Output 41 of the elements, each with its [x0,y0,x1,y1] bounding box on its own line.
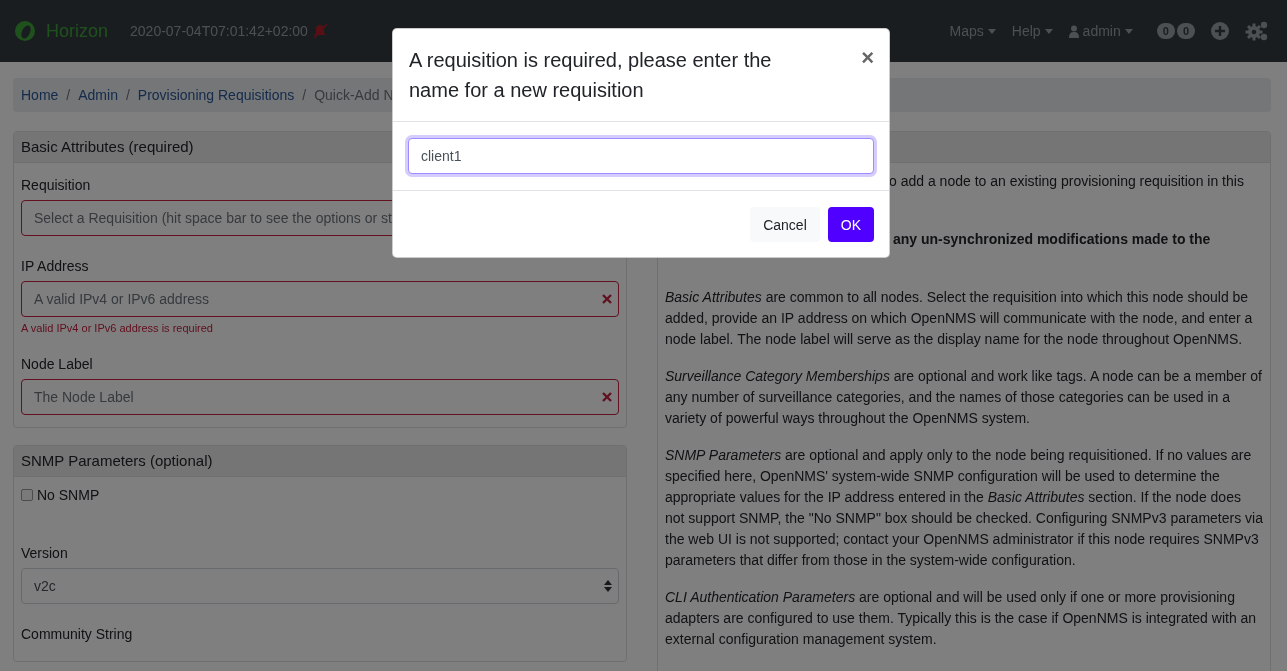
breadcrumb-separator: / [66,87,71,103]
clear-icon[interactable] [602,294,612,304]
breadcrumb-link[interactable]: Provisioning Requisitions [137,87,295,103]
breadcrumb-current: Quick-Add N [314,87,394,103]
help-paragraph: Basic Attributes are common to all nodes. Select the requisition into which this node should be added, provide an IP address on which OpenNMS will communicate with the node, and enter a node label. The node label will serve as the display name for the node throughout OpenNMS. [665,288,1254,349]
field-label: Community String [21,626,134,642]
cancel-button[interactable]: Cancel [750,207,820,242]
text-field[interactable]: A valid IPv4 or IPv6 address [21,281,619,317]
help-text: any un-synchronized modifications made to the [892,230,1212,249]
breadcrumb-separator: / [302,87,307,103]
close-button[interactable]: × [861,47,874,69]
checkbox[interactable] [21,489,33,501]
settings-icon[interactable] [1245,20,1269,42]
ok-button[interactable]: OK [827,207,874,242]
caret-icon [1124,28,1133,34]
field-label: Node Label [21,356,94,372]
field-label: IP Address [21,258,90,274]
add-icon[interactable] [1211,22,1229,40]
sort-icon [604,580,612,592]
breadcrumb-separator: / [125,87,130,103]
checkbox-label: No SNMP [37,487,100,503]
error-message: A valid IPv4 or IPv6 address is required [21,322,214,334]
user-icon [1068,24,1079,38]
logo-icon [14,20,36,42]
field-label: Version [21,545,69,561]
requisition-name-input[interactable]: client1 [408,138,874,174]
caret-icon [1044,28,1053,34]
text-field[interactable]: The Node Label [21,379,619,415]
muted-bell-icon[interactable] [311,23,328,39]
help-paragraph: Surveillance Category Memberships are optional and work like tags. A node can be a member of any number of surveillance categories, and the names of those categories can be used in a variety of powerful ways throughout the OpenNMS system. [665,367,1263,428]
modal-title: A requisition is required, please enter the name for a new requisition [409,48,773,103]
clear-icon[interactable] [602,392,612,402]
help-paragraph: SNMP Parameters are optional and apply only to the node being requisitioned. If no values are specified here, OpenNMS' system-wide SNMP configuration will be used to determine the appropriate values for the IP address entered in the Basic Attributes section. If the node does not support SNMP, the "No SNMP" box should be checked. Configuring SNMPv3 parameters via the web UI is not supported; contact your OpenNMS administrator if this node requires SNMPv3 parameters that differ from those in the system-wide configuration. [665,446,1263,570]
help-paragraph: CLI Authentication Parameters are optional and will be used only if one or more provisioning adapters are configured to use them. Typically this is the case if OpenNMS is integrated with an external configuration management system. [665,588,1258,649]
caret-icon [987,28,996,34]
version-select[interactable]: v2c [21,568,619,604]
breadcrumb-link[interactable]: Home [21,87,59,103]
help-text: o add a node to an existing provisioning requisition in this [888,172,1245,191]
field-label: Requisition [21,177,92,193]
card-header: SNMP Parameters (optional) [14,446,626,477]
breadcrumb-link[interactable]: Admin [78,87,118,103]
